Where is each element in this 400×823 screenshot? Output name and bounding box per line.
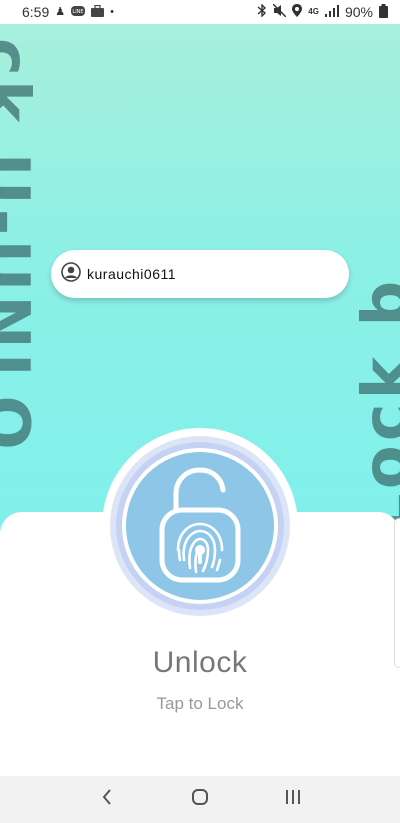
svg-text:LINE: LINE [73,9,84,15]
battery-level: 90% [344,4,373,20]
back-icon [101,789,113,810]
dot-icon: • [110,5,114,18]
lock-hint-label: Tap to Lock [156,694,244,713]
status-bar-left: 6:59 ♟ LINE • [22,4,114,20]
briefcase-icon [91,4,105,20]
location-icon [292,4,303,20]
back-button[interactable] [87,785,127,815]
user-account-pill[interactable]: kurauchi0611 [51,250,349,298]
status-bar: 6:59 ♟ LINE • 4G 90% [0,0,400,24]
decor-text-right: Lock b [350,64,400,544]
user-avatar-icon [61,261,81,287]
status-bar-right: 4G 90% [257,3,388,21]
decor-text-left: ck U-UNLO [0,38,46,554]
line-app-icon: LINE [71,5,86,20]
status-time: 6:59 [22,4,50,20]
signal-icon [324,4,339,20]
home-icon [191,788,209,811]
fingerprint-padlock-icon [150,464,250,589]
home-button[interactable] [180,785,220,815]
lock-face [122,448,278,604]
lock-state-label: Unlock [152,646,248,679]
lock-toggle-button[interactable] [102,428,298,624]
bluetooth-icon [257,3,267,20]
username-label: kurauchi0611 [87,266,177,282]
person-walk-icon: ♟ [55,5,66,18]
network-type: 4G [308,7,319,16]
recents-icon [285,789,301,810]
battery-icon [379,3,388,21]
decor-text-right-label: Lock b [350,277,400,534]
mute-icon [272,3,287,20]
navigation-bar [0,776,400,823]
recents-button[interactable] [273,785,313,815]
decor-text-left-label: ck U-UNLO [0,38,42,454]
